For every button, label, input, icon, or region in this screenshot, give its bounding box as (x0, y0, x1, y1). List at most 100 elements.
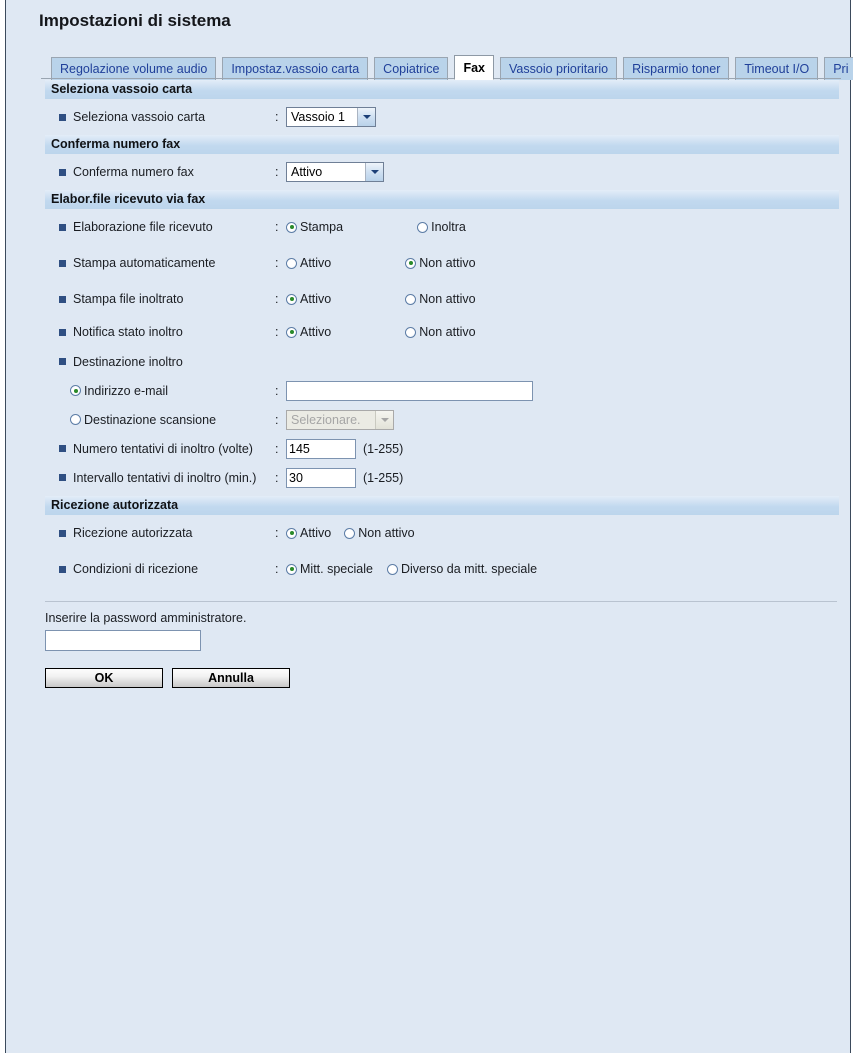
radio-dot-icon (386, 563, 398, 575)
radio-non-attivo[interactable]: Non attivo (405, 325, 476, 339)
settings-page: Impostazioni di sistema Regolazione volu… (5, 0, 853, 1053)
radio-non-attivo[interactable]: Non attivo (405, 256, 476, 270)
radio-attivo[interactable]: Attivo (286, 256, 331, 270)
section-body-received: Elaborazione file ricevuto : Stampa Inol… (45, 209, 839, 496)
radio-label: Attivo (300, 325, 332, 339)
radio-stampa[interactable]: Stampa (286, 220, 343, 234)
section-body-authorized: Ricezione autorizzata : Attivo Non attiv… (45, 515, 839, 587)
colon-separator: : (275, 470, 279, 485)
footer-divider (45, 601, 837, 602)
radio-label: Mitt. speciale (300, 562, 373, 576)
row-label: Intervallo tentativi di inoltro (min.) (73, 470, 257, 485)
radio-label: Non attivo (358, 526, 415, 540)
settings-content: Seleziona vassoio carta Seleziona vassoi… (6, 80, 850, 1053)
radio-dot-icon (344, 527, 356, 539)
email-input[interactable] (286, 380, 533, 401)
tab-fax[interactable]: Fax (454, 55, 494, 80)
radio-attivo[interactable]: Attivo (286, 292, 331, 306)
tray-select[interactable]: Vassoio 1 (286, 107, 376, 127)
row-conferma-numero-fax: Conferma numero fax : Attivo (45, 154, 839, 190)
radio-non-attivo[interactable]: Non attivo (405, 292, 476, 306)
tab-pri[interactable]: Pri (824, 57, 853, 80)
bullet-icon (59, 113, 66, 121)
colon-separator: : (275, 441, 279, 456)
confirm-fax-select-value: Attivo (291, 165, 323, 179)
radio-attivo[interactable]: Attivo (286, 325, 331, 339)
password-label: Inserire la password amministratore. (45, 611, 247, 625)
field-label: Stampa automaticamente (45, 256, 275, 270)
attempts-range-hint: (1-255) (363, 441, 404, 456)
radio-group-elaborazione: Stampa Inoltra (286, 220, 466, 234)
row-condizioni-di-ricezione: Condizioni di ricezione : Mitt. speciale… (45, 551, 839, 587)
interval-range-hint: (1-255) (363, 470, 404, 485)
interval-input[interactable] (286, 467, 356, 488)
row-destinazione-scansione: Destinazione scansione : Selezionare. (45, 405, 839, 434)
row-label: Condizioni di ricezione (73, 562, 199, 576)
colon-separator: : (275, 165, 279, 179)
tray-select-value: Vassoio 1 (291, 110, 345, 124)
radio-dot-icon (70, 414, 81, 425)
radio-mitt-speciale[interactable]: Mitt. speciale (286, 562, 373, 576)
radio-dot-icon (286, 563, 297, 575)
tab-timeout-io[interactable]: Timeout I/O (735, 57, 819, 80)
radio-indirizzo-email[interactable]: Indirizzo e-mail (70, 384, 168, 398)
tab-risparmio-toner[interactable]: Risparmio toner (623, 57, 730, 80)
bullet-icon (59, 295, 66, 303)
radio-label: Non attivo (419, 292, 476, 306)
radio-attivo[interactable]: Attivo (286, 526, 331, 540)
colon-separator: : (275, 383, 279, 398)
row-label: Seleziona vassoio carta (73, 110, 206, 124)
row-indirizzo-email: Indirizzo e-mail : (45, 376, 839, 405)
footer-buttons: OK Annulla (45, 668, 850, 688)
password-field-wrap (45, 630, 850, 651)
cancel-button[interactable]: Annulla (172, 668, 290, 688)
radio-dot-icon (286, 221, 297, 233)
radio-label: Attivo (300, 292, 332, 306)
ok-button[interactable]: OK (45, 668, 163, 688)
attempts-input[interactable] (286, 438, 356, 459)
radio-group-stampa-automaticamente: Attivo Non attivo (286, 256, 476, 270)
section-body-confirm: Conferma numero fax : Attivo (45, 154, 839, 190)
section-header-tray: Seleziona vassoio carta (45, 80, 839, 99)
radio-dot-icon (405, 293, 417, 305)
colon-separator: : (275, 526, 279, 540)
radio-dot-icon (405, 257, 417, 269)
field-label: Condizioni di ricezione (45, 562, 275, 576)
radio-non-attivo[interactable]: Non attivo (344, 526, 415, 540)
field-label: Destinazione scansione (45, 413, 275, 427)
colon-separator: : (275, 110, 279, 124)
row-label: Notifica stato inoltro (73, 325, 183, 339)
colon-separator: : (275, 412, 279, 427)
bullet-icon (59, 445, 66, 452)
row-ricezione-autorizzata: Ricezione autorizzata : Attivo Non attiv… (45, 515, 839, 551)
radio-label: Attivo (300, 256, 332, 270)
radio-group-stampa-file-inoltrato: Attivo Non attivo (286, 292, 476, 306)
radio-destinazione-scansione[interactable]: Destinazione scansione (70, 413, 216, 427)
tab-bar-underline (41, 78, 841, 79)
field-label: Indirizzo e-mail (45, 384, 275, 398)
field-label: Elaborazione file ricevuto (45, 220, 275, 234)
field-label: Stampa file inoltrato (45, 292, 275, 306)
row-intervallo-tentativi: Intervallo tentativi di inoltro (min.) :… (45, 463, 839, 492)
radio-dot-icon (286, 293, 297, 305)
section-header-received: Elabor.file ricevuto via fax (45, 190, 839, 209)
admin-password-input[interactable] (45, 630, 201, 651)
bullet-icon (59, 358, 66, 365)
radio-diverso-da-mitt-speciale[interactable]: Diverso da mitt. speciale (386, 562, 537, 576)
row-destinazione-inoltro: Destinazione inoltro (45, 347, 839, 376)
radio-dot-icon (70, 385, 81, 396)
radio-dot-icon (286, 527, 297, 539)
tab-impostaz-vassoio-carta[interactable]: Impostaz.vassoio carta (222, 57, 369, 80)
tab-list: Regolazione volume audio Impostaz.vassoi… (51, 52, 853, 80)
tab-vassoio-prioritario[interactable]: Vassoio prioritario (500, 57, 618, 80)
bullet-icon (59, 168, 66, 176)
tab-regolazione-volume-audio[interactable]: Regolazione volume audio (51, 57, 217, 80)
chevron-down-icon (375, 410, 393, 429)
confirm-fax-select[interactable]: Attivo (286, 162, 384, 182)
section-body-tray: Seleziona vassoio carta : Vassoio 1 (45, 99, 839, 135)
row-stampa-file-inoltrato: Stampa file inoltrato : Attivo Non attiv… (45, 281, 839, 317)
row-label: Stampa file inoltrato (73, 292, 184, 306)
radio-inoltra[interactable]: Inoltra (417, 220, 466, 234)
field-label: Notifica stato inoltro (45, 325, 275, 339)
tab-copiatrice[interactable]: Copiatrice (374, 57, 449, 80)
